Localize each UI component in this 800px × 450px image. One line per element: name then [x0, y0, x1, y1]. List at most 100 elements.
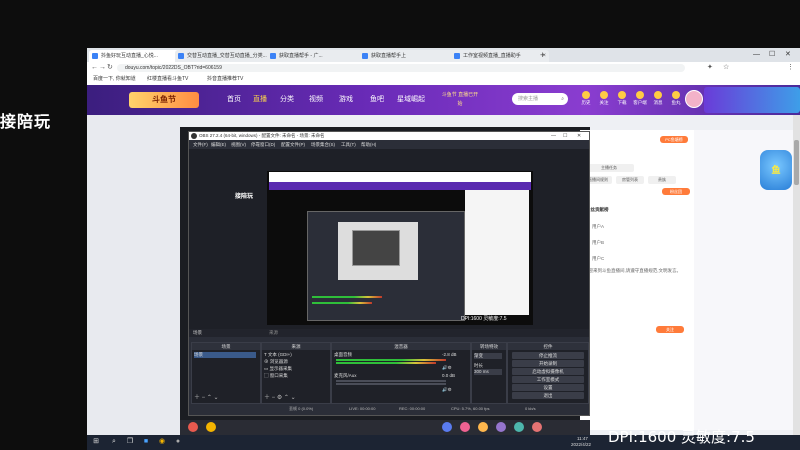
- fan-user-2[interactable]: 用户B: [592, 240, 604, 246]
- minimize-button[interactable]: —: [753, 48, 760, 62]
- source-label: 显示器采集: [269, 366, 293, 371]
- speaker-icon[interactable]: 🔊⚙: [442, 387, 452, 393]
- chip-task[interactable]: 主播任务: [584, 164, 634, 172]
- clock-date[interactable]: 2022/4/22: [571, 442, 591, 448]
- bitrate: 0 kb/s: [525, 406, 536, 411]
- coin-icon[interactable]: 鱼丸: [669, 91, 683, 109]
- studio-mode-button[interactable]: 工作室模式: [512, 376, 584, 383]
- download-icon[interactable]: 下载: [615, 91, 629, 109]
- history-icon[interactable]: 历史: [579, 91, 593, 109]
- stop-stream-button[interactable]: 停止推流: [512, 352, 584, 359]
- exit-button[interactable]: 退出: [512, 392, 584, 399]
- nav-live[interactable]: 直播: [253, 94, 267, 106]
- source-item[interactable]: ▭ 显示器采集: [264, 366, 292, 372]
- duration-input[interactable]: 300 ms: [474, 369, 502, 375]
- fan-user-3[interactable]: 用户C: [592, 256, 604, 262]
- tab-2[interactable]: 交替互动直播_交替互动直播_分类...×: [175, 50, 275, 62]
- avatar[interactable]: [685, 90, 703, 108]
- menu-scene-collection[interactable]: 场景集合(S): [311, 140, 335, 149]
- chip-admins[interactable]: 房管列表: [616, 176, 644, 184]
- message-icon[interactable]: 消息: [651, 91, 665, 109]
- source-add-remove[interactable]: ＋ − ⚙ ⌃ ⌄: [264, 392, 296, 401]
- nav-star[interactable]: 星域崛起: [397, 94, 425, 106]
- search-icon[interactable]: ⌕: [109, 437, 119, 447]
- preview-overlay-text: 接陪玩: [235, 194, 254, 200]
- close-icon[interactable]: ✕: [577, 132, 581, 140]
- menu-edit[interactable]: 编辑(E): [211, 140, 226, 149]
- menu-view[interactable]: 视图(V): [231, 140, 246, 149]
- obs-icon[interactable]: ●: [173, 437, 183, 447]
- tab-1[interactable]: 抖鱼好玩互动直播_心悦...×: [89, 50, 183, 62]
- page-scrollbar-thumb[interactable]: [794, 140, 799, 185]
- preview-canvas[interactable]: 接陪玩 DPI:1600 灵敏度:7.5: [235, 171, 533, 325]
- new-tab-button[interactable]: +: [540, 48, 545, 62]
- tab-4[interactable]: 获取直播帮手上×: [359, 50, 459, 62]
- minimize-icon[interactable]: —: [551, 132, 556, 140]
- fan-user-1[interactable]: 用户A: [592, 224, 604, 230]
- gift-icon[interactable]: [206, 422, 216, 432]
- menu-icon[interactable]: ⋮: [787, 62, 794, 74]
- gift-icon[interactable]: [496, 422, 506, 432]
- forward-icon[interactable]: →: [99, 62, 106, 74]
- scene-add-remove[interactable]: ＋ − ⌃ ⌄: [194, 392, 219, 401]
- obs-logo-icon: [191, 133, 197, 139]
- event-banner[interactable]: [704, 87, 800, 113]
- app-icon[interactable]: ■: [141, 437, 151, 447]
- bookmark-icon[interactable]: ☆: [723, 62, 729, 74]
- source-item[interactable]: T 文本 (GDI+): [264, 352, 292, 358]
- site-logo[interactable]: 斗鱼节: [129, 92, 199, 108]
- nav-fishbar[interactable]: 鱼吧: [370, 94, 384, 106]
- gift-icon[interactable]: [188, 422, 198, 432]
- nav-game[interactable]: 游戏: [339, 94, 353, 106]
- menu-tools[interactable]: 工具(T): [341, 140, 356, 149]
- client-icon[interactable]: 客户端: [633, 91, 647, 109]
- gift-icon[interactable]: [532, 422, 542, 432]
- menu-help[interactable]: 帮助(H): [361, 140, 376, 149]
- gift-icon[interactable]: [514, 422, 524, 432]
- bookmark-3[interactable]: 抖音直播推荐TV: [207, 74, 243, 85]
- speaker-icon[interactable]: 🔊⚙: [442, 365, 452, 371]
- menu-dock[interactable]: 停靠窗口(D): [251, 140, 275, 149]
- chrome-icon[interactable]: ◉: [157, 437, 167, 447]
- left-column: [87, 115, 180, 435]
- chip-noble[interactable]: 贵族: [648, 176, 676, 184]
- source-item[interactable]: ⊕ 浏览器源: [264, 359, 288, 365]
- settings-button[interactable]: 设置: [512, 384, 584, 391]
- maximize-button[interactable]: ☐: [769, 48, 775, 62]
- bookmark-2[interactable]: 红楼直播看斗鱼TV: [147, 74, 188, 85]
- obs-preview[interactable]: 接陪玩 DPI:1600 灵敏度:7.5: [189, 149, 589, 329]
- maximize-icon[interactable]: ☐: [563, 132, 567, 140]
- start-recording-button[interactable]: 开始录制: [512, 360, 584, 367]
- audio-meter: [336, 380, 446, 382]
- gift-icon[interactable]: [442, 422, 452, 432]
- source-item[interactable]: ▢ 窗口采集: [264, 373, 288, 379]
- tab-5[interactable]: 工作室视频直播_直播助手 ×: [451, 50, 549, 62]
- search-input[interactable]: 搜索主播 ⌕: [512, 93, 568, 105]
- follow-icon[interactable]: 关注: [597, 91, 611, 109]
- reload-icon[interactable]: ↻: [107, 62, 113, 74]
- search-icon[interactable]: ⌕: [561, 93, 564, 105]
- extension-icon[interactable]: ✦: [707, 62, 713, 74]
- close-window-button[interactable]: ✕: [785, 48, 791, 62]
- tab-3[interactable]: 获取直播帮手 - 广...×: [267, 50, 367, 62]
- promo-banner[interactable]: 斗鱼节 直播已开始: [440, 91, 480, 109]
- back-icon[interactable]: ←: [91, 62, 98, 74]
- virtual-camera-button[interactable]: 启动虚拟摄像机: [512, 368, 584, 375]
- nav-video[interactable]: 视频: [309, 94, 323, 106]
- follow-button[interactable]: 关注: [656, 326, 684, 333]
- url-input[interactable]: douyu.com/topic/2022DS_OBT?rid=606159: [117, 64, 685, 72]
- menu-file[interactable]: 文件(F): [193, 140, 208, 149]
- gift-icon[interactable]: [478, 422, 488, 432]
- transition-select[interactable]: 渐变: [474, 353, 502, 359]
- task-view-icon[interactable]: ❐: [125, 437, 135, 447]
- menu-profile[interactable]: 配置文件(P): [281, 140, 305, 149]
- gift-icon[interactable]: [460, 422, 470, 432]
- nav-home[interactable]: 首页: [227, 94, 241, 106]
- scene-item[interactable]: 场景: [194, 352, 256, 358]
- rank-button[interactable]: PC鱼塘榜: [660, 136, 688, 143]
- bookmark-1[interactable]: 百度一下, 你就知道: [93, 74, 136, 85]
- obs-menubar: 文件(F) 编辑(E) 视图(V) 停靠窗口(D) 配置文件(P) 场景集合(S…: [189, 140, 589, 149]
- windows-start-icon[interactable]: ⊞: [91, 437, 101, 447]
- fan-club-button[interactable]: 粉丝团: [662, 188, 690, 195]
- nav-category[interactable]: 分类: [280, 94, 294, 106]
